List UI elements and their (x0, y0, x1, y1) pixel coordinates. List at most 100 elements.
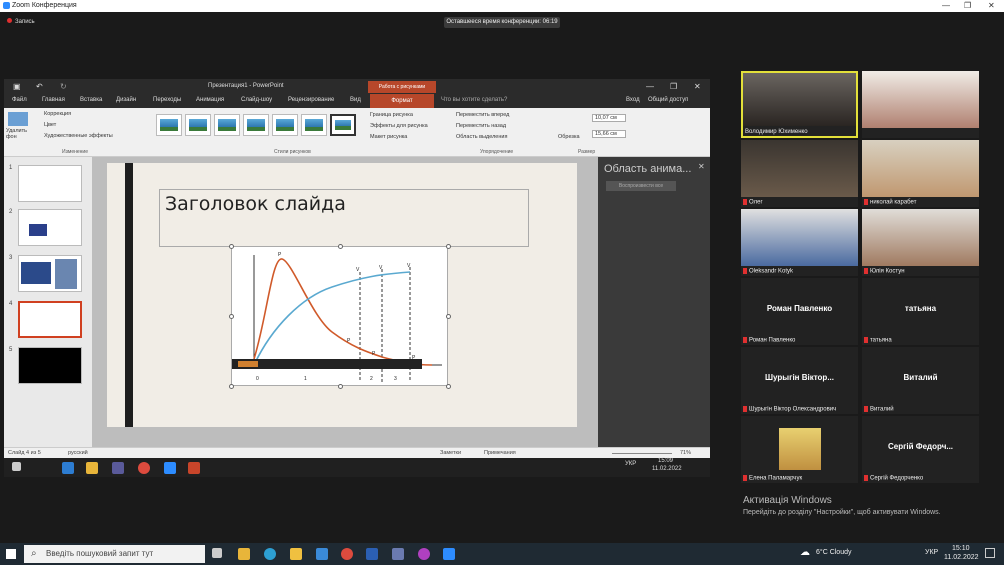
resize-handle[interactable] (338, 384, 343, 389)
chrome-icon[interactable] (341, 548, 353, 560)
shared-screen-taskbar: УКР 15:09 11.02.2022 (4, 458, 710, 477)
tab-home[interactable]: Главная (42, 97, 65, 103)
crop-button[interactable]: Обрезка (558, 134, 580, 140)
participant-tile[interactable]: Oleksandr Kotyk (741, 209, 858, 276)
file-explorer-icon[interactable] (238, 548, 250, 560)
participant-name: Шурыгін Віктор Олександрович (749, 407, 837, 413)
resize-handle[interactable] (229, 244, 234, 249)
tab-file[interactable]: Файл (12, 97, 27, 103)
close-button[interactable]: ✕ (988, 1, 995, 10)
redo-icon[interactable]: ↻ (60, 82, 67, 91)
ppt-restore-button[interactable]: ❐ (670, 82, 677, 91)
inner-lang: УКР (625, 461, 637, 467)
zoom-slider[interactable] (612, 453, 672, 454)
zoom-level[interactable]: 71% (680, 450, 691, 456)
comments-button[interactable]: Примечания (484, 450, 516, 456)
app-icon[interactable] (392, 548, 404, 560)
participant-tile[interactable]: Юлія Костун (862, 209, 979, 276)
color-button[interactable]: Цвет (44, 122, 56, 128)
resize-handle[interactable] (446, 244, 451, 249)
keyboard-language[interactable]: УКР (925, 549, 938, 556)
tab-view[interactable]: Вид (350, 97, 361, 103)
taskbar-search-input[interactable]: ⌕ Введіть пошуковий запит тут (24, 545, 205, 563)
tab-design[interactable]: Дизайн (116, 97, 136, 103)
play-all-button[interactable]: Воспроизвести все (606, 181, 676, 191)
participant-tile[interactable]: Сергій Федорч... Сергій Федорченко (862, 416, 979, 483)
windows-start-icon[interactable] (6, 549, 16, 559)
graph-label-v1: V (356, 267, 360, 273)
mail-icon[interactable] (316, 548, 328, 560)
clock-time[interactable]: 15:10 (952, 545, 970, 552)
picture-style-5[interactable] (272, 114, 298, 136)
correction-button[interactable]: Коррекция (44, 111, 71, 117)
resize-handle[interactable] (338, 244, 343, 249)
picture-layout-button[interactable]: Макет рисунка (370, 134, 407, 140)
ppt-close-button[interactable]: ✕ (694, 82, 701, 91)
participant-tile[interactable]: татьяна татьяна (862, 278, 979, 345)
save-icon[interactable]: ▣ (13, 82, 21, 91)
send-backward-button[interactable]: Переместить назад (456, 123, 506, 129)
resize-handle[interactable] (229, 384, 234, 389)
language-indicator[interactable]: русский (68, 450, 88, 456)
remove-background-icon[interactable] (8, 112, 28, 126)
resize-handle[interactable] (446, 314, 451, 319)
clock-date[interactable]: 11.02.2022 (944, 554, 979, 561)
tab-animation[interactable]: Анимация (196, 97, 224, 103)
picture-style-4[interactable] (243, 114, 269, 136)
weather-text[interactable]: 6°C Cloudy (816, 549, 851, 556)
picture-border-button[interactable]: Граница рисунка (370, 112, 413, 118)
maximize-button[interactable]: ❐ (964, 1, 971, 10)
edge-icon[interactable] (264, 548, 276, 560)
resize-handle[interactable] (229, 314, 234, 319)
word-icon[interactable] (366, 548, 378, 560)
notification-icon[interactable] (985, 548, 995, 558)
remove-background-button[interactable]: Удалить фон (6, 128, 34, 140)
task-view-icon[interactable] (212, 548, 222, 558)
participant-tile[interactable]: николай карабет (862, 140, 979, 207)
selection-pane-button[interactable]: Область выделения (456, 134, 507, 140)
title-placeholder[interactable]: Заголовок слайда (159, 189, 529, 247)
width-input[interactable]: 15,66 см (592, 130, 626, 138)
resize-handle[interactable] (446, 384, 451, 389)
slide-thumb-4[interactable] (18, 301, 82, 338)
slide-thumb-3[interactable] (18, 255, 82, 292)
tell-me-input[interactable]: Что вы хотите сделать? (441, 97, 507, 103)
participant-tile[interactable]: Шурыгін Віктор... Шурыгін Віктор Олександ… (741, 347, 858, 414)
participant-tile[interactable]: Володимир Юхименко (741, 71, 858, 138)
slide-thumb-2[interactable] (18, 209, 82, 246)
tab-insert[interactable]: Вставка (80, 97, 102, 103)
store-icon[interactable] (290, 548, 302, 560)
height-input[interactable]: 10,07 см (592, 114, 626, 122)
participant-tile[interactable] (862, 71, 979, 138)
viber-icon[interactable] (418, 548, 430, 560)
slide-thumb-1[interactable] (18, 165, 82, 202)
picture-style-2[interactable] (185, 114, 211, 136)
recording-indicator[interactable]: Запись (7, 18, 35, 25)
participant-tile[interactable]: Роман Павленко Роман Павленко (741, 278, 858, 345)
picture-effects-button[interactable]: Эффекты для рисунка (370, 123, 428, 129)
tab-transitions[interactable]: Переходы (153, 97, 181, 103)
participant-tile[interactable]: Елена Паламарчук (741, 416, 858, 483)
share-button[interactable]: Общий доступ (648, 97, 688, 103)
picture-style-7[interactable] (330, 114, 356, 136)
picture-style-3[interactable] (214, 114, 240, 136)
participant-tile[interactable]: Виталий Виталий (862, 347, 979, 414)
selected-picture[interactable]: P V V V P P P 0 1 2 3 (229, 244, 451, 389)
participant-tile[interactable]: Олег (741, 140, 858, 207)
tab-review[interactable]: Рецензирование (288, 97, 334, 103)
art-effects-button[interactable]: Художественные эффекты (44, 133, 113, 139)
picture-style-6[interactable] (301, 114, 327, 136)
ppt-minimize-button[interactable]: — (646, 82, 654, 91)
signin-link[interactable]: Вход (626, 97, 640, 103)
minimize-button[interactable]: — (942, 1, 950, 10)
notes-button[interactable]: Заметки (440, 450, 461, 456)
close-pane-icon[interactable]: ✕ (698, 162, 705, 171)
tab-format[interactable]: Формат (370, 94, 434, 108)
zoom-taskbar-icon[interactable] (443, 548, 455, 560)
picture-style-1[interactable] (156, 114, 182, 136)
slide-thumb-5[interactable] (18, 347, 82, 384)
bring-forward-button[interactable]: Переместить вперед (456, 112, 509, 118)
tab-slideshow[interactable]: Слайд-шоу (241, 97, 272, 103)
ribbon: Удалить фон Коррекция Цвет Художественны… (4, 108, 710, 157)
undo-icon[interactable]: ↶ (36, 82, 43, 91)
